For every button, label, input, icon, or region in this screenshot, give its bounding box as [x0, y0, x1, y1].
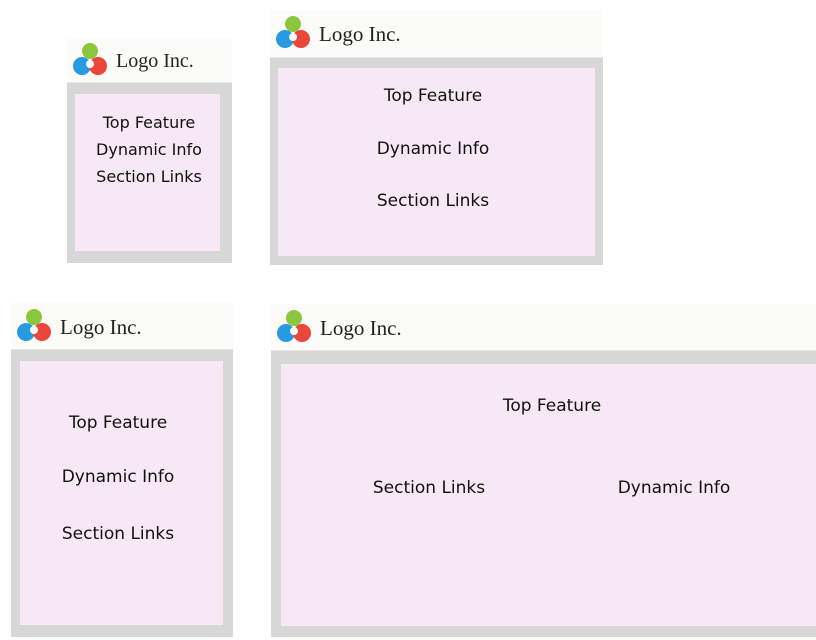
layout-content: Top Feature Dynamic Info Section Links: [20, 361, 223, 625]
logo-icon: [276, 16, 310, 48]
layout-frame-tall: Logo Inc. Top Feature Dynamic Info Secti…: [11, 303, 233, 637]
layout-frame-wide: Logo Inc. Top Feature Section Links Dyna…: [271, 304, 816, 637]
logo: Logo Inc.: [276, 310, 402, 346]
logo-text: Logo Inc.: [320, 315, 402, 340]
section-links-label: Section Links: [61, 524, 175, 544]
dynamic-info-label: Dynamic Info: [376, 139, 490, 159]
logo-text: Logo Inc.: [116, 49, 194, 72]
top-feature-label: Top Feature: [502, 396, 602, 416]
dynamic-info-label: Dynamic Info: [61, 467, 175, 487]
layout-frame-small: Logo Inc. Top Feature Dynamic Info Secti…: [67, 38, 232, 263]
logo-icon: [17, 309, 51, 341]
layout-header: Logo Inc.: [270, 10, 603, 58]
top-feature-label: Top Feature: [68, 413, 168, 433]
top-feature-label: Top Feature: [383, 86, 483, 106]
layout-content: Top Feature Section Links Dynamic Info: [281, 364, 816, 626]
layout-header: Logo Inc.: [67, 38, 232, 83]
logo-text: Logo Inc.: [60, 314, 142, 339]
logo: Logo Inc.: [72, 43, 194, 79]
logo: Logo Inc.: [16, 309, 142, 345]
layout-header: Logo Inc.: [11, 303, 233, 350]
top-feature-label: Top Feature: [102, 113, 196, 132]
section-links-label: Section Links: [376, 191, 490, 211]
dynamic-info-label: Dynamic Info: [96, 140, 202, 159]
logo-text: Logo Inc.: [319, 21, 401, 46]
dynamic-info-label: Dynamic Info: [617, 478, 731, 498]
logo-icon: [277, 310, 311, 342]
layout-content: Top Feature Dynamic Info Section Links: [278, 68, 595, 256]
layout-content: Top Feature Dynamic Info Section Links: [75, 94, 220, 251]
layout-header: Logo Inc.: [271, 304, 816, 351]
section-links-label: Section Links: [96, 167, 202, 186]
logo: Logo Inc.: [275, 16, 401, 52]
section-links-label: Section Links: [372, 478, 486, 498]
logo-icon: [73, 43, 107, 75]
layout-frame-medium: Logo Inc. Top Feature Dynamic Info Secti…: [270, 10, 603, 265]
